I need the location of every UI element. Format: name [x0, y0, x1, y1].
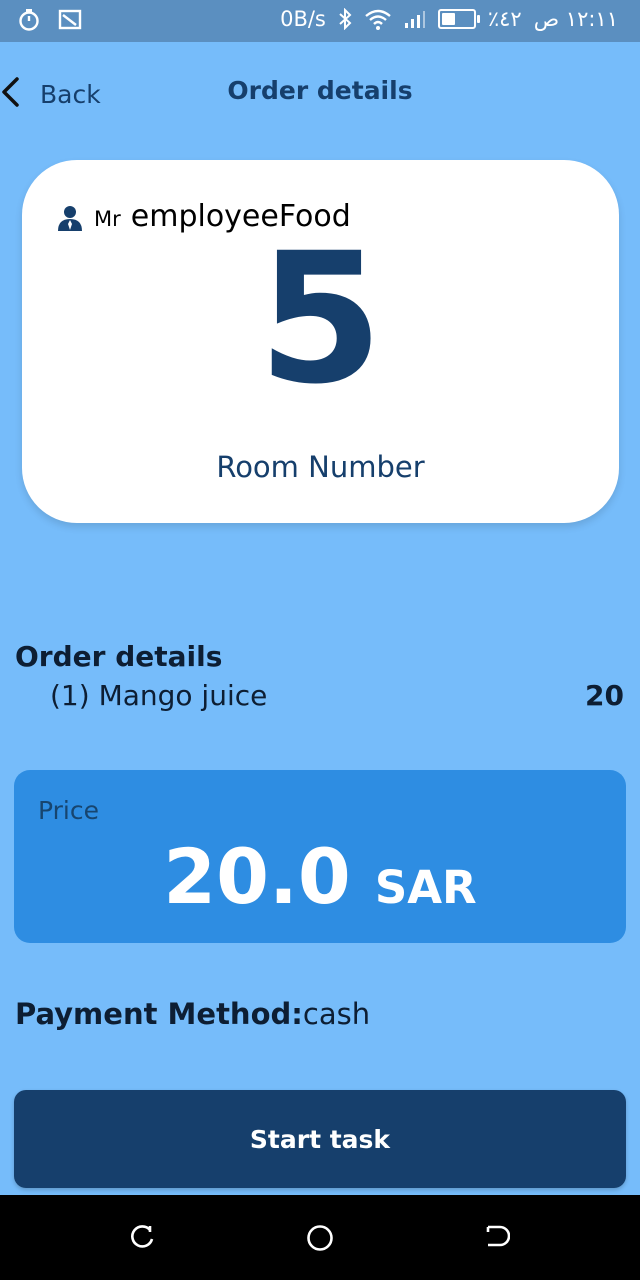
start-task-button[interactable]: Start task: [14, 1090, 626, 1188]
order-details-title: Order details: [15, 640, 223, 673]
room-number: 5: [257, 215, 384, 424]
page-title: Order details: [227, 76, 413, 105]
price-row: 20.0 SAR: [14, 832, 626, 921]
price-value: 20.0: [163, 832, 351, 921]
order-item-label: (1) Mango juice: [50, 679, 268, 712]
recent-apps-icon[interactable]: [128, 1223, 156, 1255]
battery-percent: ٪٤٢: [487, 7, 522, 31]
network-speed: 0B/s: [280, 7, 326, 31]
status-bar: 0B/s ٪٤٢ ١٢:١١ ص: [0, 0, 640, 42]
signal-icon: [404, 9, 426, 29]
home-icon[interactable]: [305, 1223, 335, 1257]
clock: ١٢:١١ ص: [533, 7, 618, 31]
battery-level: [441, 13, 455, 25]
app-bar: Back Order details: [0, 42, 640, 142]
payment-method-label: Payment Method:: [15, 997, 303, 1031]
room-number-label: Room Number: [216, 450, 425, 484]
order-item-amount: 20: [585, 679, 624, 712]
room-card: Mr employeeFood 5 Room Number: [22, 160, 619, 523]
payment-method-value: cash: [302, 997, 371, 1031]
price-currency: SAR: [374, 861, 477, 914]
battery-icon: [437, 9, 480, 29]
status-icons-right: 0B/s ٪٤٢ ١٢:١١ ص: [280, 7, 618, 31]
name-prefix: Mr: [94, 207, 121, 231]
navigation-bar: [0, 1195, 640, 1280]
price-card: Price 20.0 SAR: [14, 770, 626, 943]
timer-icon: [18, 8, 40, 32]
status-icons-left: [18, 8, 82, 32]
price-label: Price: [38, 796, 99, 825]
cast-icon: [58, 9, 82, 31]
payment-method: Payment Method:cash: [15, 997, 370, 1031]
bluetooth-icon: [338, 8, 352, 30]
wifi-icon: [364, 8, 392, 30]
back-nav-icon[interactable]: [482, 1223, 511, 1255]
